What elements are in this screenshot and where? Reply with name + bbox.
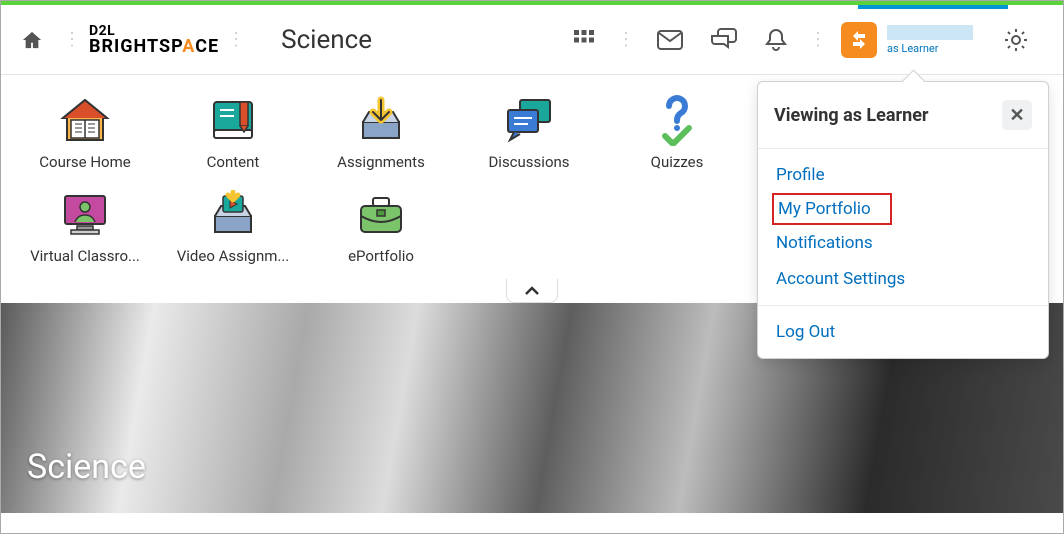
notifications-link[interactable]: Notifications bbox=[758, 225, 1048, 261]
nav-label: ePortfolio bbox=[348, 247, 414, 265]
divider-dots-icon: ⋮ bbox=[809, 29, 827, 50]
inbox-arrow-icon bbox=[351, 95, 411, 145]
profile-link[interactable]: Profile bbox=[758, 157, 1048, 193]
inbox-play-icon bbox=[203, 189, 263, 239]
top-bar: ⋮ D2L BRIGHTSPACE ⋮ Science ⋮ ⋮ as Learn… bbox=[1, 5, 1063, 75]
collapse-nav-button[interactable] bbox=[506, 279, 558, 303]
question-check-icon bbox=[647, 95, 707, 145]
book-icon bbox=[203, 95, 263, 145]
divider-dots-icon: ⋮ bbox=[227, 29, 245, 50]
nav-quizzes[interactable]: Quizzes bbox=[603, 95, 751, 171]
messages-icon[interactable] bbox=[711, 28, 737, 52]
divider-dots-icon: ⋮ bbox=[63, 29, 81, 50]
role-switch-button[interactable] bbox=[841, 22, 877, 58]
house-book-icon bbox=[55, 95, 115, 145]
nav-video-assignment[interactable]: Video Assignm... bbox=[159, 189, 307, 265]
nav-label: Content bbox=[207, 153, 260, 171]
nav-virtual-classroom[interactable]: Virtual Classro... bbox=[11, 189, 159, 265]
nav-label: Video Assignm... bbox=[177, 247, 290, 265]
bell-icon[interactable] bbox=[765, 28, 787, 52]
mail-icon[interactable] bbox=[657, 30, 683, 50]
role-indicator-label: as Learner bbox=[887, 42, 973, 55]
user-name-redacted bbox=[887, 25, 973, 40]
briefcase-icon bbox=[351, 189, 411, 239]
nav-course-home[interactable]: Course Home bbox=[11, 95, 159, 171]
user-dropdown: Viewing as Learner ✕ Profile My Portfoli… bbox=[757, 81, 1049, 359]
dropdown-title: Viewing as Learner bbox=[774, 105, 929, 126]
account-settings-link[interactable]: Account Settings bbox=[758, 261, 1048, 297]
user-menu[interactable]: as Learner bbox=[887, 25, 973, 55]
nav-content[interactable]: Content bbox=[159, 95, 307, 171]
brand-logo[interactable]: D2L BRIGHTSPACE bbox=[89, 24, 219, 56]
nav-discussions[interactable]: Discussions bbox=[455, 95, 603, 171]
banner-title: Science bbox=[27, 447, 146, 487]
my-portfolio-link[interactable]: My Portfolio bbox=[772, 193, 892, 225]
home-icon[interactable] bbox=[21, 30, 43, 50]
gear-icon[interactable] bbox=[1003, 27, 1029, 53]
monitor-user-icon bbox=[55, 189, 115, 239]
chat-bubbles-icon bbox=[499, 95, 559, 145]
apps-grid-icon[interactable] bbox=[573, 29, 595, 51]
divider-dots-icon: ⋮ bbox=[617, 29, 635, 50]
nav-label: Quizzes bbox=[651, 153, 704, 171]
nav-label: Discussions bbox=[488, 153, 569, 171]
nav-label: Assignments bbox=[337, 153, 425, 171]
course-title[interactable]: Science bbox=[281, 25, 372, 55]
chevron-up-icon bbox=[524, 286, 540, 296]
nav-assignments[interactable]: Assignments bbox=[307, 95, 455, 171]
logout-link[interactable]: Log Out bbox=[758, 314, 1048, 350]
nav-label: Virtual Classro... bbox=[30, 247, 140, 265]
nav-eportfolio[interactable]: ePortfolio bbox=[307, 189, 455, 265]
nav-label: Course Home bbox=[39, 153, 130, 171]
close-icon[interactable]: ✕ bbox=[1002, 100, 1032, 130]
